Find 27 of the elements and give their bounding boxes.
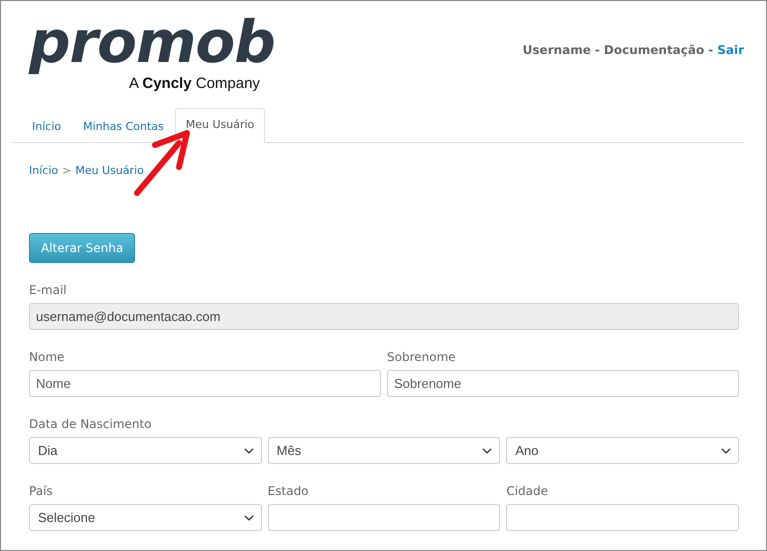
- select-field[interactable]: Ano: [506, 437, 740, 464]
- field-label: Nome: [29, 349, 66, 366]
- breadcrumb-link[interactable]: Início: [29, 163, 58, 233]
- nav-tab[interactable]: Início: [21, 110, 72, 143]
- nav-tab[interactable]: Meu Usuário: [174, 108, 266, 143]
- user-bar-text: Username: [522, 42, 591, 59]
- input-field[interactable]: [506, 504, 740, 531]
- breadcrumb-separator: >: [62, 163, 72, 179]
- field-label: Sobrenome: [387, 349, 457, 366]
- input-field[interactable]: Nome: [29, 370, 381, 397]
- field-label: País: [29, 483, 54, 500]
- select-field[interactable]: Selecione: [29, 504, 262, 531]
- breadcrumb-link[interactable]: Meu Usuário: [75, 163, 144, 233]
- select-field[interactable]: Dia: [29, 437, 262, 464]
- field-label: Estado: [268, 483, 310, 500]
- nav-tab[interactable]: Minhas Contas: [72, 110, 175, 143]
- field-label: Data de Nascimento: [29, 416, 153, 433]
- input-field[interactable]: [268, 504, 500, 531]
- user-bar-text: Documentação: [604, 42, 704, 59]
- logout-link[interactable]: Sair: [717, 41, 744, 59]
- user-bar-text: -: [594, 42, 600, 59]
- field-label: E-mail: [29, 282, 68, 299]
- input-field[interactable]: Sobrenome: [387, 370, 739, 397]
- select-field[interactable]: Mês: [268, 437, 500, 464]
- logo-tagline: A Cyncly Company: [129, 74, 260, 94]
- user-bar-text: -: [708, 42, 714, 59]
- field-label: Cidade: [506, 483, 550, 500]
